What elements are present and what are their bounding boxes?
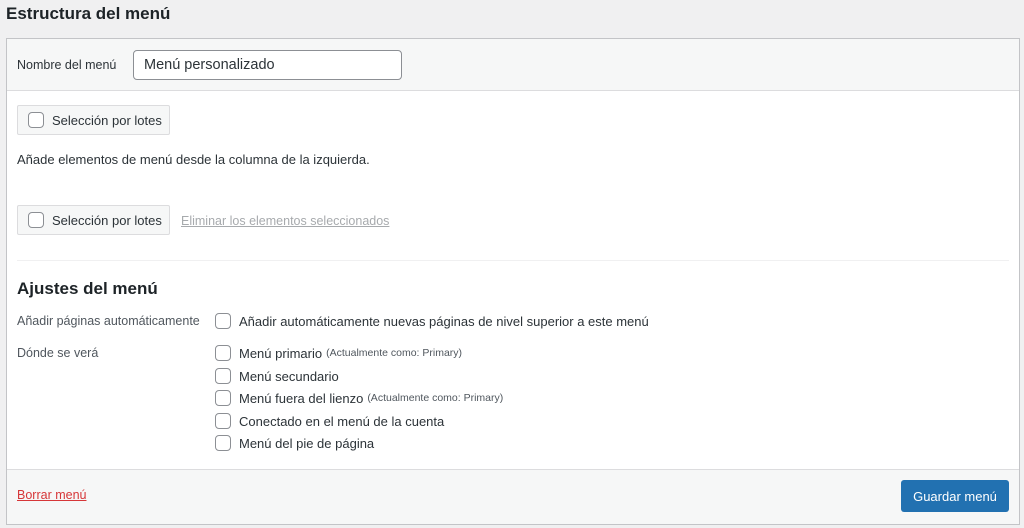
remove-selected-link[interactable]: Eliminar los elementos seleccionados [181, 214, 389, 228]
checkbox[interactable] [28, 212, 44, 228]
bulk-select-bottom[interactable]: Selección por lotes [17, 205, 170, 235]
divider [17, 260, 1009, 261]
option-label: Menú fuera del lienzo [239, 390, 364, 406]
option-label: Menú del pie de página [239, 435, 375, 451]
option-label: Conectado en el menú de la cuenta [239, 413, 445, 429]
auto-add-option[interactable]: Añadir automáticamente nuevas páginas de… [215, 313, 649, 329]
location-option[interactable]: Conectado en el menú de la cuenta [215, 413, 444, 429]
settings-title: Ajustes del menú [17, 279, 158, 298]
checkbox[interactable] [215, 435, 231, 451]
bulk-select-label: Selección por lotes [52, 212, 162, 228]
checkbox[interactable] [215, 368, 231, 384]
checkbox[interactable] [215, 345, 231, 361]
menu-name-input[interactable] [133, 50, 402, 80]
location-option[interactable]: Menú fuera del lienzo (Actualmente como: … [215, 390, 503, 406]
bulk-select-label: Selección por lotes [52, 112, 162, 128]
menu-name-label: Nombre del menú [17, 58, 117, 72]
option-label: Menú secundario [239, 368, 339, 384]
location-option[interactable]: Menú secundario [215, 368, 339, 384]
help-text: Añade elementos de menú desde la columna… [17, 152, 370, 167]
delete-menu-link[interactable]: Borrar menú [17, 488, 86, 502]
location-option[interactable]: Menú del pie de página [215, 435, 374, 451]
option-label: Añadir automáticamente nuevas páginas de… [239, 313, 649, 329]
footer: Borrar menú Guardar menú [7, 469, 1019, 524]
page-title: Estructura del menú [6, 4, 171, 23]
location-option[interactable]: Menú primario (Actualmente como: Primary) [215, 345, 462, 361]
save-menu-button[interactable]: Guardar menú [901, 480, 1009, 512]
option-note: (Actualmente como: Primary) [326, 347, 463, 359]
locations-label: Dónde se verá [17, 346, 99, 360]
menu-structure-panel: Nombre del menú Selección por lotes Añad… [6, 38, 1020, 525]
checkbox[interactable] [28, 112, 44, 128]
checkbox[interactable] [215, 390, 231, 406]
option-note: (Actualmente como: Primary) [367, 392, 504, 404]
menu-name-header: Nombre del menú [7, 39, 1019, 91]
checkbox[interactable] [215, 413, 231, 429]
auto-add-label: Añadir páginas automáticamente [17, 314, 200, 328]
bulk-select-top[interactable]: Selección por lotes [17, 105, 170, 135]
option-label: Menú primario [239, 345, 323, 361]
checkbox[interactable] [215, 313, 231, 329]
